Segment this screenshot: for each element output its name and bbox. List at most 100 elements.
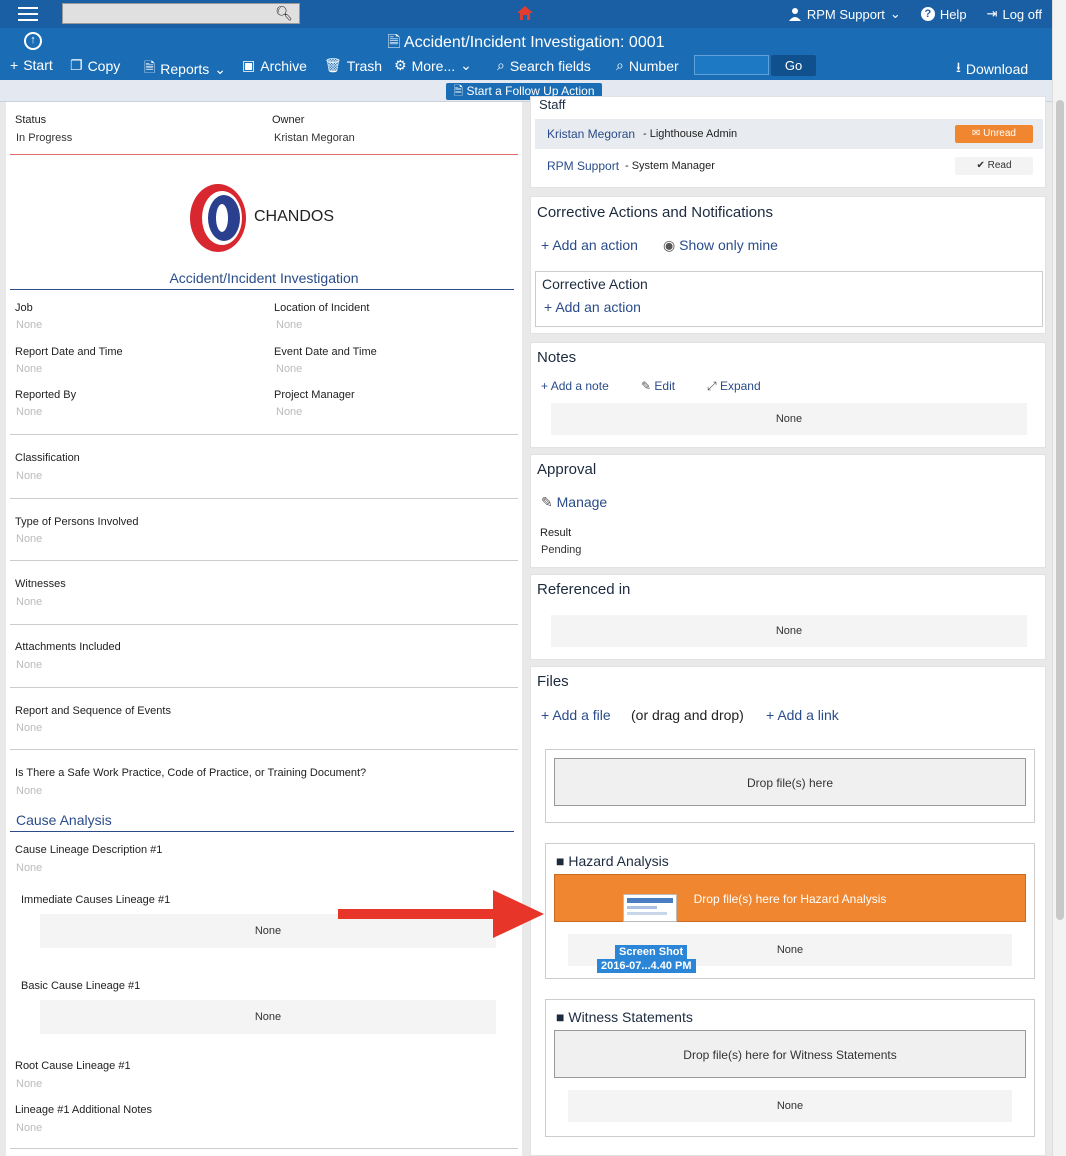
add-action-link[interactable]: + Add an action (544, 299, 641, 315)
download-icon: ⭳ (956, 59, 961, 75)
hazard-title-row: ■ Hazard Analysis (556, 853, 669, 869)
field-label: Attachments Included (15, 641, 121, 653)
folder-icon: ■ (556, 853, 565, 869)
field-value: None (16, 862, 43, 874)
divider (10, 624, 518, 625)
referenced-value: None (551, 615, 1027, 647)
dragged-file-thumbnail[interactable] (623, 894, 677, 922)
owner-value: Kristan Megoran (274, 132, 355, 144)
divider (10, 831, 514, 832)
approval-card: Approval ✎ Manage Result Pending (530, 454, 1046, 568)
form-title: Accident/Incident Investigation (169, 270, 359, 286)
top-bar: 🔍︎ RPM Support ⌄ ? Help ⇥ Log off (0, 0, 1052, 28)
field-value: None (276, 319, 303, 331)
menu-icon[interactable] (18, 7, 38, 21)
right-column: Staff Kristan Megoran - Lighthouse Admin… (528, 96, 1048, 1156)
logout-icon: ⇥ (986, 6, 998, 21)
archive-button[interactable]: ▣ Archive (242, 57, 307, 74)
cause-analysis-heading: Cause Analysis (16, 812, 112, 828)
manage-approval-link[interactable]: ✎ Manage (541, 494, 607, 511)
field-label: Report Date and Time (15, 346, 123, 358)
unread-badge[interactable]: ✉ Unread (955, 125, 1033, 143)
divider (10, 1148, 518, 1149)
number-label: ⌕ Number (616, 57, 679, 74)
number-input[interactable] (694, 55, 769, 75)
envelope-icon: ✉ (972, 128, 981, 139)
pencil-icon: ✎ (541, 494, 553, 510)
notes-card: Notes + Add a note ✎ Edit ⤢ Expand None (530, 342, 1046, 448)
result-label: Result (540, 527, 572, 539)
field-label: Event Date and Time (274, 346, 377, 358)
divider (10, 289, 514, 290)
home-icon[interactable] (516, 5, 534, 21)
drag-hint: (or drag and drop) (631, 707, 744, 723)
chevron-down-icon: ⌄ (460, 57, 472, 73)
add-note-link[interactable]: + Add a note (541, 379, 609, 393)
search-icon[interactable]: 🔍︎ (275, 5, 293, 22)
add-file-link[interactable]: + Add a file (541, 707, 611, 723)
plus-icon: + (544, 299, 553, 315)
more-button[interactable]: ⚙ More... ⌄ (394, 57, 472, 74)
witness-dropzone[interactable]: Drop file(s) here for Witness Statements (554, 1030, 1026, 1078)
field-label: Classification (15, 452, 80, 464)
read-badge[interactable]: ✔ Read (955, 157, 1033, 175)
staff-title: Staff (539, 97, 566, 112)
chevron-down-icon: ⌄ (889, 6, 901, 21)
scrollbar-thumb[interactable] (1056, 100, 1064, 920)
field-value: None (16, 785, 43, 797)
toolbar: + Start ❐ Copy 🗎︎ Reports ⌄ ▣ Archive 🗑︎ Trash… (0, 52, 1052, 80)
copy-button[interactable]: ❐ Copy (70, 57, 120, 74)
field-label: Project Manager (274, 389, 355, 401)
download-button[interactable]: ⭳ Download (956, 57, 1028, 81)
field-label: Basic Cause Lineage #1 (21, 980, 141, 992)
files-title: Files (537, 673, 569, 690)
dragged-file-label: 2016-07...4.40 PM (597, 959, 696, 973)
staff-name-link[interactable]: RPM Support (547, 159, 619, 173)
field-value: None (16, 659, 43, 671)
staff-row: Kristan Megoran - Lighthouse Admin ✉ Unr… (535, 119, 1043, 149)
owner-label: Owner (272, 114, 305, 126)
reports-button[interactable]: 🗎︎ Reports ⌄ (144, 57, 226, 81)
global-search-input[interactable]: 🔍︎ (62, 3, 300, 24)
add-link-link[interactable]: + Add a link (766, 707, 839, 723)
logoff-link[interactable]: ⇥ Log off (987, 6, 1042, 22)
help-link[interactable]: ? Help (920, 6, 967, 22)
expand-icon: ⤢ (707, 379, 717, 393)
add-action-link[interactable]: + Add an action (541, 237, 638, 253)
witness-title-row: ■ Witness Statements (556, 1009, 693, 1025)
edit-note-link[interactable]: ✎ Edit (641, 379, 675, 393)
scrollbar[interactable] (1052, 0, 1066, 1156)
check-icon: ✔ (976, 160, 985, 171)
field-value: None (16, 596, 43, 608)
corrective-title: Corrective Actions and Notifications (537, 204, 773, 221)
field-label: Lineage #1 Additional Notes (15, 1104, 152, 1116)
search-icon: ⌕ (497, 57, 505, 73)
show-only-mine-link[interactable]: ◉ Show only mine (663, 237, 778, 254)
field-label: Report and Sequence of Events (15, 705, 171, 717)
annotation-arrow-icon (338, 890, 544, 938)
main-dropzone-container: Drop file(s) here (545, 749, 1035, 823)
dragged-file-label: Screen Shot (615, 945, 688, 959)
go-button[interactable]: Go (771, 55, 816, 76)
status-label: Status (15, 114, 47, 126)
search-fields-button[interactable]: ⌕ Search fields (497, 57, 591, 74)
divider (10, 498, 518, 499)
expand-note-link[interactable]: ⤢ Expand (707, 379, 761, 394)
eye-icon: ◉ (663, 237, 676, 253)
divider (10, 560, 518, 561)
trash-button[interactable]: 🗑︎ Trash (324, 57, 382, 74)
title-bar: ↑ 🗎︎ Accident/Incident Investigation: 00… (0, 28, 1052, 52)
field-value: None (16, 533, 43, 545)
main-dropzone[interactable]: Drop file(s) here (554, 758, 1026, 806)
thumbnail-header (627, 898, 673, 903)
user-menu[interactable]: RPM Support ⌄ (788, 6, 901, 22)
start-button[interactable]: + Start (10, 57, 53, 73)
field-label: Type of Persons Involved (15, 516, 139, 528)
staff-name-link[interactable]: Kristan Megoran (547, 127, 635, 141)
basic-cause-value: None (40, 1000, 496, 1034)
help-icon: ? (920, 7, 935, 21)
divider (10, 749, 518, 750)
field-value: None (276, 363, 303, 375)
field-value: None (16, 1078, 43, 1090)
referenced-title: Referenced in (537, 581, 631, 598)
